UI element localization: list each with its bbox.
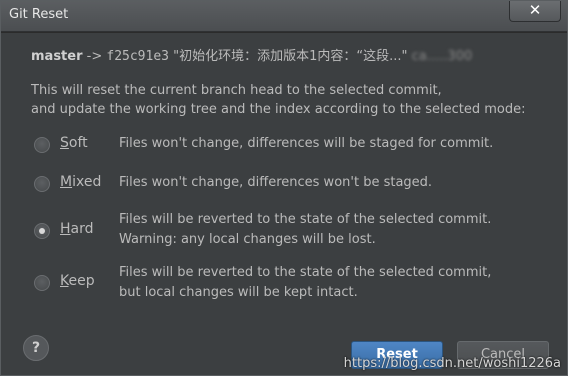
commit-message: "初始化环境：添加版本1内容：“这段..." — [173, 49, 408, 64]
mode-desc-mixed: Files won't change, differences won't be… — [119, 175, 433, 190]
git-reset-dialog: Git Reset ✕ master -> f25c91e3 "初始化环境：添加… — [0, 0, 568, 376]
watermark-text: https://blog.csdn.net/woshi1226a — [343, 356, 561, 371]
commit-message-blurred: ca.....300 — [411, 49, 473, 64]
help-button[interactable]: ? — [23, 335, 49, 361]
mode-label-hard[interactable]: Hard — [60, 221, 94, 237]
dialog-content: master -> f25c91e3 "初始化环境：添加版本1内容：“这段...… — [1, 32, 567, 375]
mode-desc-keep: Files will be reverted to the state of t… — [119, 265, 492, 300]
branch-name: master — [31, 49, 83, 64]
radio-soft[interactable] — [34, 137, 50, 153]
mode-label-mixed[interactable]: Mixed — [60, 174, 101, 190]
close-icon: ✕ — [528, 1, 542, 19]
commit-summary: master -> f25c91e3 "初始化环境：添加版本1内容：“这段...… — [31, 45, 531, 64]
dialog-title: Git Reset — [9, 7, 69, 22]
radio-hard[interactable] — [34, 223, 50, 239]
mode-label-keep[interactable]: Keep — [60, 273, 95, 289]
radio-mixed[interactable] — [34, 176, 50, 192]
help-icon: ? — [31, 340, 41, 356]
description-line-2: and update the working tree and the inde… — [31, 102, 526, 117]
description-line-1: This will reset the current branch head … — [31, 83, 442, 98]
radio-keep[interactable] — [34, 275, 50, 291]
mode-label-soft[interactable]: Soft — [60, 135, 88, 151]
reset-description: This will reset the current branch head … — [31, 81, 525, 119]
close-button[interactable]: ✕ — [509, 1, 561, 22]
commit-arrow: -> — [86, 49, 103, 64]
commit-hash: f25c91e3 — [106, 49, 169, 64]
mode-desc-soft: Files won't change, differences will be … — [119, 136, 494, 151]
title-bar[interactable]: Git Reset ✕ — [1, 1, 567, 32]
mode-desc-hard: Files will be reverted to the state of t… — [119, 212, 492, 247]
